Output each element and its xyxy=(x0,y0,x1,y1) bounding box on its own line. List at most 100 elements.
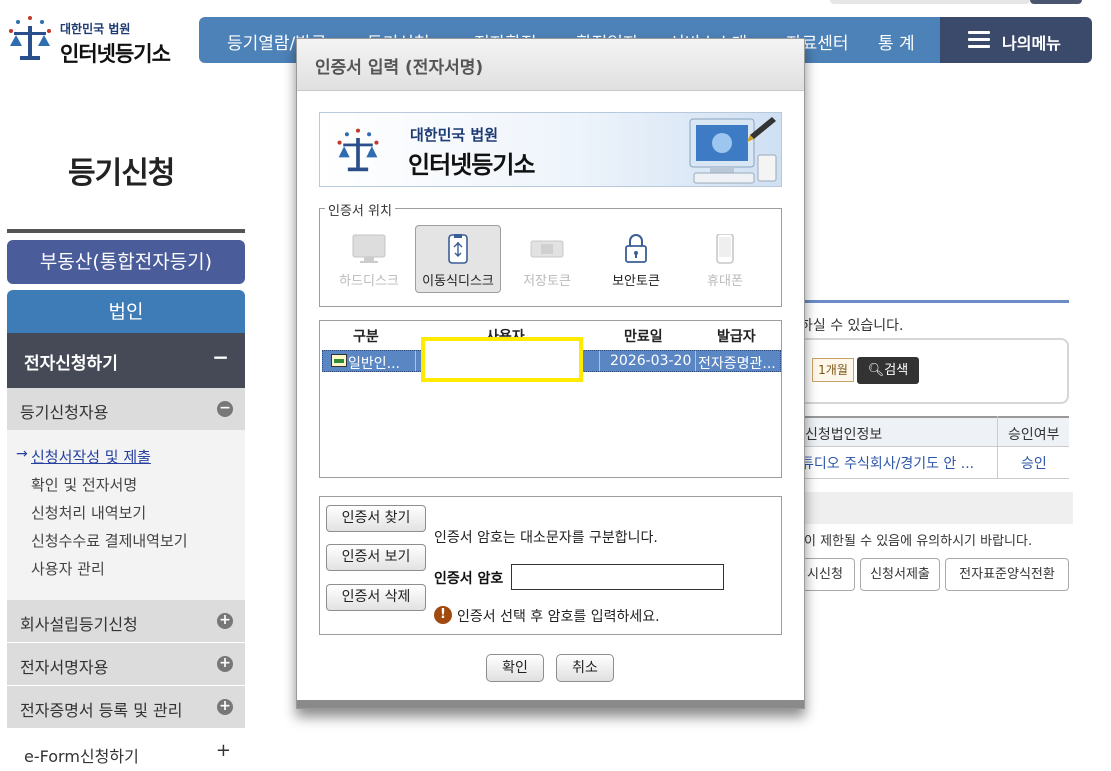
sidebar-item-label: e-Form신청하기 xyxy=(24,747,139,766)
warning-icon: ! xyxy=(434,606,452,624)
caution-text: 이 제한될 수 있음에 유의하시기 바랍니다. xyxy=(804,534,1033,549)
location-security-token[interactable]: 보안토큰 xyxy=(593,225,679,293)
sidebar-group-signer[interactable]: 전자서명자용 + xyxy=(7,643,245,685)
certificate-badge-icon xyxy=(331,354,347,367)
search-icon: 🔍︎ xyxy=(867,363,885,378)
page-title: 등기신청 xyxy=(68,156,175,191)
sidebar-link-user-manage[interactable]: 사용자 관리 xyxy=(31,558,105,579)
logo-subtitle: 대한민국 법원 xyxy=(60,22,131,36)
user-redaction-highlight xyxy=(421,337,583,382)
dialog-banner: 대한민국 법원 인터넷등기소 xyxy=(319,112,782,187)
corp-info-cell[interactable]: 튜디오 주식회사/경기도 안 ... xyxy=(801,453,974,473)
expand-circle-icon: + xyxy=(217,613,233,629)
convert-eform-button[interactable]: 전자표준양식전환 xyxy=(945,558,1069,591)
column-header-expiry: 만료일 xyxy=(624,329,663,345)
banner-title: 인터넷등기소 xyxy=(408,151,535,179)
column-header: 신청법인정보 xyxy=(805,427,883,443)
gray-band xyxy=(795,492,1073,524)
content-rule xyxy=(804,300,1069,303)
view-certificate-button[interactable]: 인증서 보기 xyxy=(326,544,426,571)
cancel-button[interactable]: 취소 xyxy=(556,654,614,682)
hamburger-icon xyxy=(968,31,990,49)
sidebar-item-eform[interactable]: e-Form신청하기 + xyxy=(7,730,245,771)
sidebar-group-applicant[interactable]: 등기신청자용 − xyxy=(7,388,245,430)
sidebar-link-history[interactable]: 신청처리 내역보기 xyxy=(31,502,146,523)
notice-text: 하실 수 있습니다. xyxy=(800,318,904,334)
court-emblem-icon xyxy=(9,16,51,60)
location-storage-token[interactable]: 저장토큰 xyxy=(504,225,590,293)
phone-icon xyxy=(716,234,734,264)
cert-expiry-cell: 2026-03-20 xyxy=(610,353,692,369)
find-certificate-button[interactable]: 인증서 찾기 xyxy=(326,505,426,532)
sidebar-top-rule xyxy=(7,229,245,233)
site-logo[interactable]: 대한민국 법원 인터넷등기소 xyxy=(4,8,184,66)
sidebar-link-write-submit[interactable]: 신청서작성 및 제출 xyxy=(31,446,151,467)
location-label: 이동식디스크 xyxy=(422,274,494,289)
period-1month-button[interactable]: 1개월 xyxy=(812,358,854,382)
token-icon xyxy=(530,240,564,258)
password-panel: 인증서 찾기 인증서 보기 인증서 삭제 인증서 암호는 대소문자를 구분합니다… xyxy=(319,496,782,635)
expand-circle-icon: + xyxy=(217,699,233,715)
location-removable-disk[interactable]: 이동식디스크 xyxy=(415,225,501,293)
table-row[interactable]: 튜디오 주식회사/경기도 안 ... 승인 xyxy=(795,447,1069,479)
location-label: 하드디스크 xyxy=(339,274,399,289)
sidebar-group-label: 전자서명자용 xyxy=(20,658,109,677)
sidebar-group-label: 전자증명서 등록 및 관리 xyxy=(20,701,183,720)
banner-subtitle: 대한민국 법원 xyxy=(410,126,499,144)
dialog-title-bar[interactable]: 인증서 입력 (전자서명) xyxy=(297,39,804,91)
location-label: 휴대폰 xyxy=(707,274,743,289)
usb-icon xyxy=(448,234,468,264)
lock-icon xyxy=(625,234,647,263)
dialog-title: 인증서 입력 (전자서명) xyxy=(315,58,484,78)
nav-item-stats[interactable]: 통 계 xyxy=(878,29,915,54)
submit-application-button[interactable]: 신청서제출 xyxy=(860,558,940,591)
expand-circle-icon: + xyxy=(217,656,233,672)
ok-button[interactable]: 확인 xyxy=(486,654,544,682)
cert-type-cell: 일반인... xyxy=(348,356,400,372)
sidebar-item-e-application[interactable]: 전자신청하기 − xyxy=(7,333,245,388)
collapse-icon: − xyxy=(212,345,229,369)
sidebar-group-label: 등기신청자용 xyxy=(20,403,109,422)
search-button-label: 검색 xyxy=(884,363,909,378)
location-label: 보안토큰 xyxy=(612,274,660,289)
logo-title: 인터넷등기소 xyxy=(60,42,171,66)
top-search-input[interactable] xyxy=(830,0,1030,4)
cert-issuer-cell: 전자증명관... xyxy=(698,356,776,372)
case-sensitive-note: 인증서 암호는 대소문자를 구분합니다. xyxy=(434,530,658,546)
approval-cell: 승인 xyxy=(1021,456,1047,472)
table-divider xyxy=(997,416,998,479)
sidebar-link-fee-history[interactable]: 신청수수료 결제내역보기 xyxy=(31,530,188,551)
my-menu-label: 나의메뉴 xyxy=(1002,34,1061,53)
column-separator xyxy=(695,351,696,371)
location-mobile-phone[interactable]: 휴대폰 xyxy=(682,225,768,293)
sidebar-corp-button[interactable]: 법인 xyxy=(7,290,245,334)
monitor-icon xyxy=(352,234,386,263)
password-label: 인증서 암호 xyxy=(434,571,504,587)
certificate-dialog: 인증서 입력 (전자서명) 대한민국 법원 인터넷등기소 인증서 위치 하드디스… xyxy=(296,38,805,709)
location-hard-disk[interactable]: 하드디스크 xyxy=(326,225,412,293)
cert-location-group: 인증서 위치 하드디스크 이동식디스크 저장토큰 보안토큰 휴대폰 xyxy=(319,200,782,307)
sidebar-group-e-cert[interactable]: 전자증명서 등록 및 관리 + xyxy=(7,686,245,728)
search-button[interactable]: 🔍︎검색 xyxy=(857,357,919,384)
column-header: 승인여부 xyxy=(1008,427,1060,443)
my-menu-button[interactable]: 나의메뉴 xyxy=(940,17,1092,63)
result-table-header: 신청법인정보 승인여부 xyxy=(795,416,1069,447)
expand-icon: + xyxy=(215,740,231,761)
current-arrow-icon: → xyxy=(16,446,28,462)
top-search-button[interactable] xyxy=(1030,0,1082,4)
certificate-password-input[interactable] xyxy=(511,564,724,590)
warning-text: 인증서 선택 후 암호를 입력하세요. xyxy=(457,609,660,625)
location-label: 저장토큰 xyxy=(523,274,571,289)
column-separator xyxy=(599,351,600,371)
sidebar-realty-button[interactable]: 부동산(통합전자등기) xyxy=(7,240,245,284)
sidebar-group-label: 회사설립등기신청 xyxy=(20,615,138,634)
column-separator xyxy=(415,351,416,371)
column-header-type: 구분 xyxy=(353,329,379,345)
page-root: 대한민국 법원 인터넷등기소 등기열람/발급 등기신청 전자확정 확정일자 서비… xyxy=(0,0,1111,771)
computer-illustration-icon xyxy=(689,117,777,184)
sidebar-group-company-setup[interactable]: 회사설립등기신청 + xyxy=(7,600,245,642)
delete-certificate-button[interactable]: 인증서 삭제 xyxy=(326,584,426,611)
dialog-bottom-bar xyxy=(297,700,804,708)
sidebar-link-confirm-sign[interactable]: 확인 및 전자서명 xyxy=(31,474,137,495)
sidebar-item-label: 전자신청하기 xyxy=(24,354,118,374)
